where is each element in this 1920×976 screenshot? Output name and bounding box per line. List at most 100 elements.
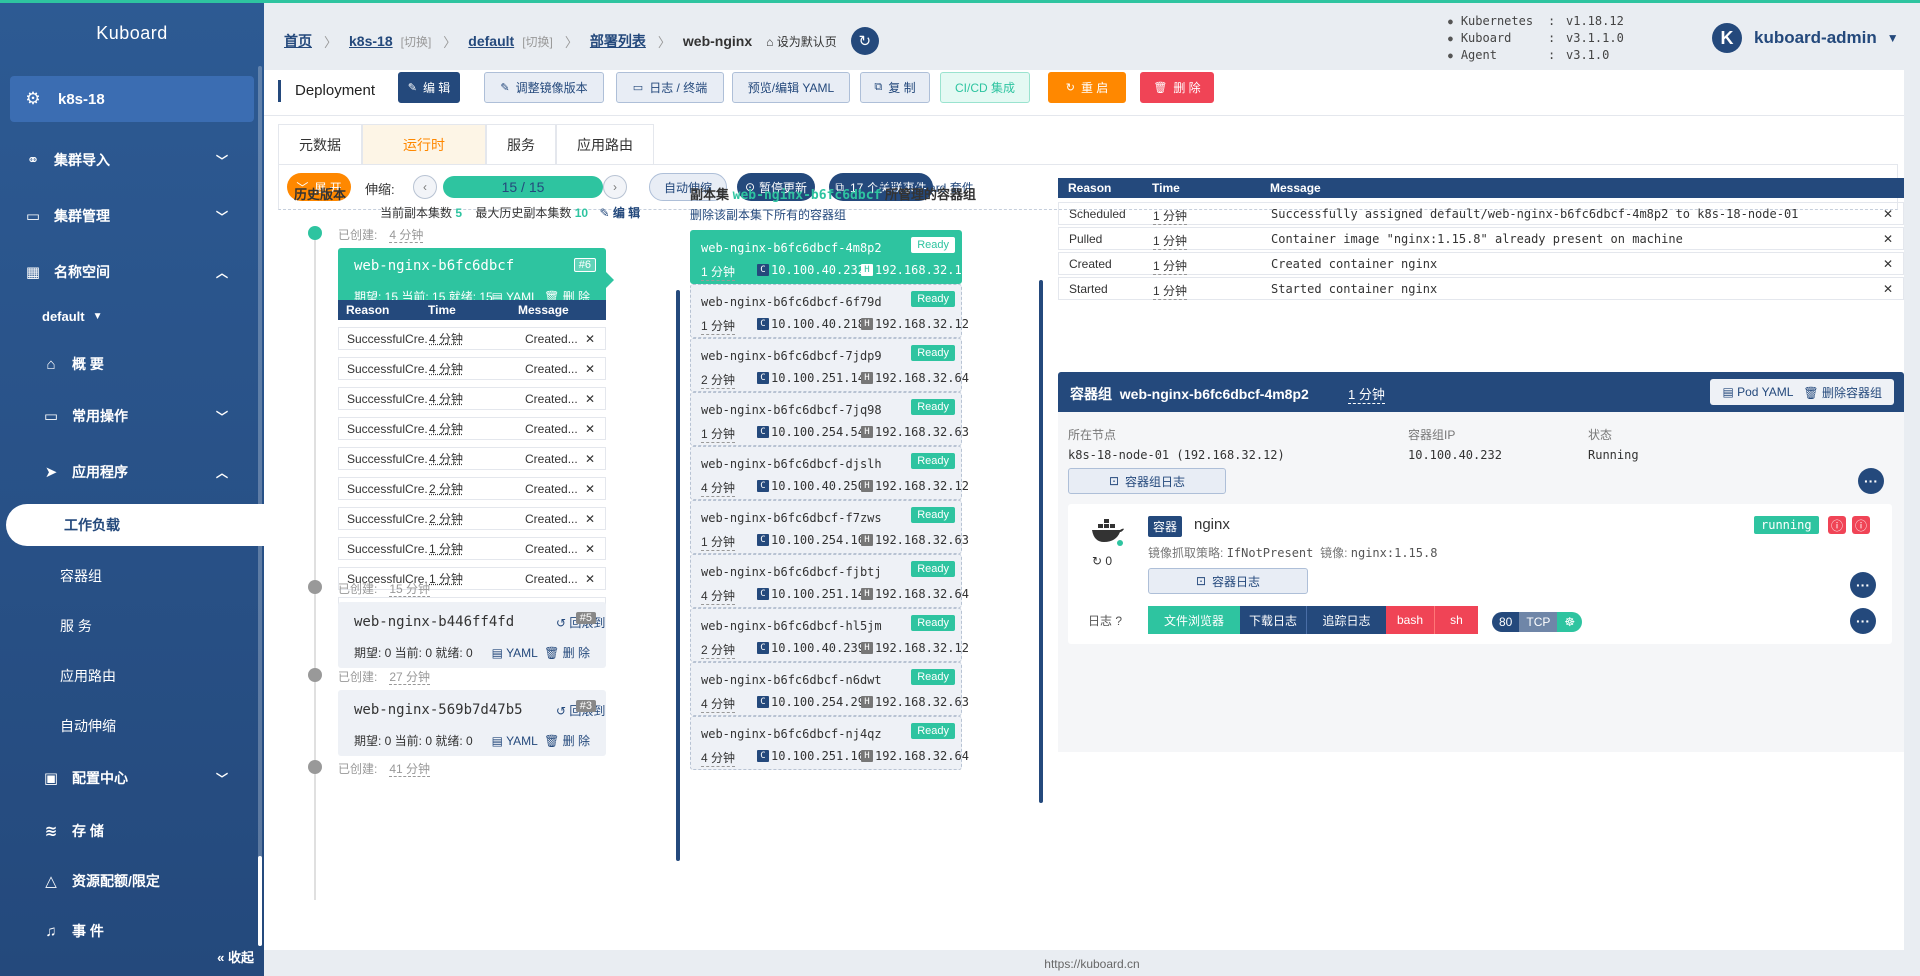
- pod-card[interactable]: web-nginx-b6fc6dbcf-7jq98 Ready 1 分钟 C 10.10…: [690, 392, 969, 446]
- pod-detail-card: 容器组 web-nginx-b6fc6dbcf-4m8p2 1 分钟 ▤ Pod…: [1058, 372, 1904, 752]
- sh-button[interactable]: sh: [1434, 606, 1478, 634]
- collapse-button[interactable]: « 收起: [217, 947, 254, 966]
- pod-card[interactable]: web-nginx-b6fc6dbcf-6f79d Ready 1 分钟 C 10.10…: [690, 284, 969, 338]
- yaml-link[interactable]: ▤ YAML: [492, 646, 538, 660]
- sidebar-item-cluster-manage[interactable]: ▭ 集群管理 ﹀: [0, 196, 250, 236]
- sidebar-item-storage[interactable]: ≋ 存 储: [0, 811, 250, 851]
- close-icon[interactable]: ✕: [585, 392, 595, 406]
- sidebar-item-namespace[interactable]: ▦ 名称空间 ︿: [0, 252, 250, 292]
- alert-icon[interactable]: ⓘ: [1852, 516, 1870, 534]
- sidebar-item-config[interactable]: ▣ 配置中心 ﹀: [0, 758, 250, 798]
- decrease-replicas-button[interactable]: ‹: [413, 175, 437, 199]
- adjust-image-button[interactable]: ✎ 调整镜像版本: [484, 72, 604, 103]
- crumb-deployment-list[interactable]: 部署列表: [590, 31, 646, 51]
- pod-yaml-button[interactable]: ▤ Pod YAML: [1722, 385, 1793, 399]
- close-icon[interactable]: ✕: [585, 482, 595, 496]
- delete-pod-button[interactable]: 🗑 删除容器组: [1803, 384, 1882, 401]
- close-icon[interactable]: ✕: [1883, 207, 1893, 221]
- sidebar-item-quota[interactable]: △ 资源配额/限定: [0, 861, 250, 901]
- crumb-home[interactable]: 首页: [284, 31, 312, 51]
- download-logs-button[interactable]: 下载日志: [1240, 606, 1306, 634]
- sidebar-item-events[interactable]: ♫ 事 件: [0, 911, 250, 951]
- tab-ingress[interactable]: 应用路由: [556, 124, 654, 164]
- edit-button[interactable]: ✎ 编 辑: [398, 72, 460, 103]
- user-menu[interactable]: K kuboard-admin ▼: [1712, 23, 1899, 53]
- tab-metadata[interactable]: 元数据: [278, 124, 362, 164]
- tab-services[interactable]: 服务: [486, 124, 556, 164]
- more-actions-button[interactable]: ···: [1858, 468, 1884, 494]
- close-icon[interactable]: ✕: [1883, 257, 1893, 271]
- port-more-button[interactable]: ···: [1850, 608, 1876, 634]
- scrollbar-thumb[interactable]: [258, 856, 262, 946]
- container-ip: C 10.100.40.232: [757, 263, 865, 277]
- sidebar-item-workloads[interactable]: 工作负载: [6, 504, 264, 546]
- c-icon: C: [757, 642, 769, 654]
- yaml-button[interactable]: 预览/编辑 YAML: [732, 72, 850, 103]
- increase-replicas-button[interactable]: ›: [603, 175, 627, 199]
- close-icon[interactable]: ✕: [585, 362, 595, 376]
- pod-card[interactable]: web-nginx-b6fc6dbcf-djslh Ready 4 分钟 C 10.10…: [690, 446, 969, 500]
- switch-cluster-link[interactable]: [切换]: [401, 33, 432, 50]
- container-logs-button[interactable]: ⊡ 容器日志: [1148, 568, 1308, 594]
- delete-button[interactable]: 🗑 删 除: [1140, 72, 1214, 103]
- version-info: Kubernetes:v1.18.12 Kuboard:v3.1.1.0 Age…: [1448, 13, 1624, 64]
- restart-button[interactable]: ↻ 重 启: [1048, 72, 1126, 103]
- sidebar-item-autoscale[interactable]: 自动伸缩: [60, 716, 116, 736]
- sidebar-item-ingress[interactable]: 应用路由: [60, 666, 116, 686]
- footer-link[interactable]: https://kuboard.cn: [264, 952, 1920, 976]
- pods-scrollbar[interactable]: [1039, 280, 1043, 803]
- sidebar-item-overview[interactable]: ⌂ 概 要: [0, 344, 250, 384]
- pod-card[interactable]: web-nginx-b6fc6dbcf-4m8p2 Ready 1 分钟 C 10.10…: [690, 230, 969, 284]
- delete-replicaset-link[interactable]: 🗑 删 除: [544, 734, 590, 748]
- edit-history-limit-button[interactable]: ✎ 编 辑: [599, 206, 640, 220]
- pod-card[interactable]: web-nginx-b6fc6dbcf-nj4qz Ready 4 分钟 C 10.10…: [690, 716, 969, 770]
- port-badge[interactable]: 80 TCP ☸: [1492, 612, 1583, 632]
- close-icon[interactable]: ✕: [585, 332, 595, 346]
- close-icon[interactable]: ✕: [1883, 282, 1893, 296]
- close-icon[interactable]: ✕: [585, 572, 595, 586]
- pod-card[interactable]: web-nginx-b6fc6dbcf-hl5jm Ready 2 分钟 C 10.10…: [690, 608, 969, 662]
- replicaset-card[interactable]: web-nginx-b446ff4fd ↺ 回滚到 #5 期望: 0 当前: 0…: [338, 602, 606, 668]
- replicaset-card[interactable]: web-nginx-569b7d47b5 ↺ 回滚到 #3 期望: 0 当前: …: [338, 690, 606, 756]
- cluster-selector[interactable]: ⚙ k8s-18: [10, 76, 254, 122]
- file-browser-button[interactable]: 文件浏览器: [1148, 606, 1240, 634]
- close-icon[interactable]: ✕: [585, 422, 595, 436]
- logs-terminal-button[interactable]: ▭ 日志 / 终端: [616, 72, 724, 103]
- bash-button[interactable]: bash: [1386, 606, 1434, 634]
- refresh-button[interactable]: ↻: [850, 27, 879, 55]
- delete-replicaset-link[interactable]: 🗑 删 除: [544, 646, 590, 660]
- delete-all-pods-link[interactable]: 删除该副本集下所有的容器组: [690, 206, 846, 223]
- container-more-button[interactable]: ···: [1850, 572, 1876, 598]
- yaml-link[interactable]: ▤ YAML: [492, 734, 538, 748]
- alert-icon[interactable]: ⓘ: [1828, 516, 1846, 534]
- close-icon[interactable]: ✕: [585, 542, 595, 556]
- close-icon[interactable]: ✕: [585, 512, 595, 526]
- close-icon[interactable]: ✕: [1883, 232, 1893, 246]
- close-icon[interactable]: ✕: [585, 452, 595, 466]
- pod-card[interactable]: web-nginx-b6fc6dbcf-f7zws Ready 1 分钟 C 10.10…: [690, 500, 969, 554]
- pod-card[interactable]: web-nginx-b6fc6dbcf-n6dwt Ready 4 分钟 C 10.10…: [690, 662, 969, 716]
- sidebar-item-apps[interactable]: ➤ 应用程序 ︿: [0, 452, 250, 492]
- sidebar-item-services[interactable]: 服 务: [60, 616, 92, 636]
- pod-card[interactable]: web-nginx-b6fc6dbcf-7jdp9 Ready 2 分钟 C 10.10…: [690, 338, 969, 392]
- copy-button[interactable]: ⧉ 复 制: [860, 72, 930, 103]
- brand-logo[interactable]: Kuboard: [0, 0, 264, 66]
- c-icon: C: [757, 750, 769, 762]
- set-default-link[interactable]: ⌂ 设为默认页: [766, 33, 837, 50]
- crumb-namespace[interactable]: default: [468, 33, 514, 49]
- switch-namespace-link[interactable]: [切换]: [522, 33, 553, 50]
- history-scrollbar[interactable]: [676, 290, 680, 861]
- namespace-selector[interactable]: default ▼: [0, 298, 250, 334]
- sidebar-item-cluster-import[interactable]: ⚭ 集群导入 ﹀: [0, 140, 250, 180]
- collapse-label: 收起: [227, 950, 254, 965]
- crumb-cluster[interactable]: k8s-18: [349, 33, 393, 49]
- pod-card[interactable]: web-nginx-b6fc6dbcf-fjbtj Ready 4 分钟 C 10.10…: [690, 554, 969, 608]
- sidebar-item-common-ops[interactable]: ▭ 常用操作 ﹀: [0, 396, 250, 436]
- home-icon: ⌂: [766, 34, 774, 49]
- tail-logs-button[interactable]: 追踪日志: [1306, 606, 1386, 634]
- pod-logs-button[interactable]: ⊡ 容器组日志: [1068, 468, 1226, 494]
- tab-runtime[interactable]: 运行时: [362, 124, 486, 164]
- cicd-button[interactable]: CI/CD 集成: [940, 72, 1030, 103]
- sidebar-scrollbar[interactable]: [258, 66, 262, 946]
- sidebar-item-pods[interactable]: 容器组: [60, 566, 102, 586]
